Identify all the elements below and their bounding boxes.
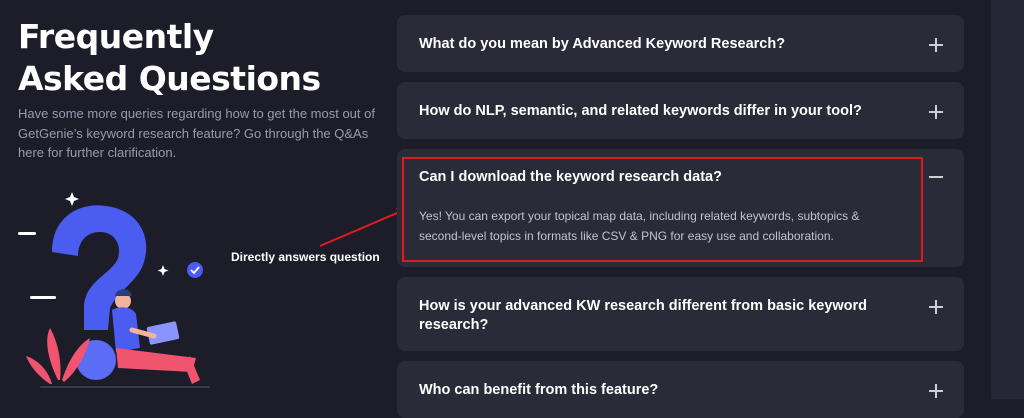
person-figure bbox=[112, 289, 200, 384]
plus-icon[interactable] bbox=[928, 299, 944, 315]
title-line-1: Frequently bbox=[18, 17, 214, 56]
ground-line bbox=[40, 386, 210, 388]
faq-item[interactable]: What do you mean by Advanced Keyword Res… bbox=[397, 15, 964, 72]
plus-icon[interactable] bbox=[928, 104, 944, 120]
page-title: Frequently Asked Questions bbox=[18, 16, 321, 100]
plant-leaves bbox=[26, 328, 90, 384]
faq-question: How is your advanced KW research differe… bbox=[419, 298, 868, 333]
right-scroll-strip bbox=[991, 0, 1024, 399]
faq-question: What do you mean by Advanced Keyword Res… bbox=[419, 36, 786, 52]
minus-icon[interactable] bbox=[928, 169, 944, 185]
faq-question: Who can benefit from this feature? bbox=[419, 382, 659, 398]
dash-decoration bbox=[18, 232, 36, 235]
faq-item[interactable]: How is your advanced KW research differe… bbox=[397, 277, 964, 351]
faq-question: How do NLP, semantic, and related keywor… bbox=[419, 103, 862, 119]
faq-item[interactable]: How do NLP, semantic, and related keywor… bbox=[397, 82, 964, 139]
dash-decoration bbox=[30, 296, 56, 299]
sparkle-icon bbox=[65, 192, 79, 206]
faq-description: Have some more queries regarding how to … bbox=[18, 106, 375, 160]
question-mark-illustration bbox=[18, 192, 210, 388]
check-badge-icon bbox=[187, 262, 203, 278]
faq-item[interactable]: Who can benefit from this feature? bbox=[397, 361, 964, 418]
sparkle-icon bbox=[157, 265, 169, 276]
plus-icon[interactable] bbox=[928, 383, 944, 399]
title-line-2: Asked Questions bbox=[18, 59, 321, 98]
annotation-highlight-box bbox=[402, 157, 923, 262]
plus-icon[interactable] bbox=[928, 37, 944, 53]
